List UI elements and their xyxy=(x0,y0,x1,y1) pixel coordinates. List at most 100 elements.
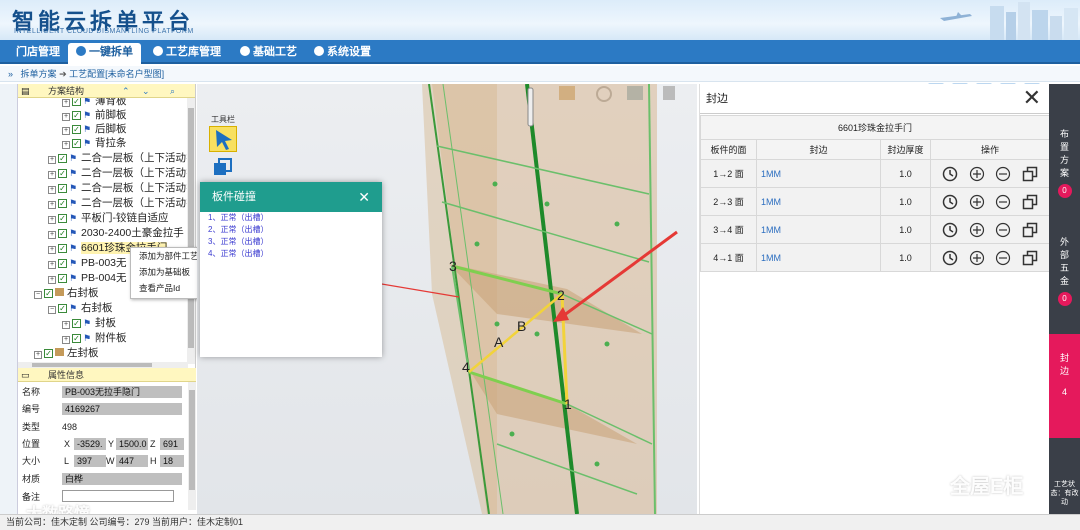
pos-x-input[interactable]: -3529. xyxy=(74,438,106,450)
collision-item[interactable]: 1、正常（出槽） xyxy=(208,212,268,224)
search-icon[interactable]: ⌕ xyxy=(170,84,175,98)
operations-cell xyxy=(930,187,1050,216)
table-row: 2→3 面 1MM 1.0 xyxy=(700,187,1050,216)
size-h-input[interactable]: 18 xyxy=(160,455,184,467)
tree-item[interactable]: + ✓ ⚑ 二合一层板（上下活动扌 xyxy=(48,181,188,195)
add-icon[interactable] xyxy=(969,222,985,238)
breadcrumb-link[interactable]: 拆单方案 xyxy=(21,69,57,79)
tree-item[interactable]: + ✓ ⚑ 后脚板 xyxy=(62,122,127,136)
tree-item[interactable]: + ✓ ⚑ 前脚板 xyxy=(62,108,127,122)
tree-group[interactable]: − ✓ ⚑ 右封板 xyxy=(48,301,113,315)
tree-item[interactable]: + ✓ ⚑ 二合一层板（上下活动扌 xyxy=(48,196,188,210)
side-tab-edge[interactable]: 封边 4 xyxy=(1049,334,1080,438)
breadcrumb: » 拆单方案 ➔ 工艺配置[未命名户型图] xyxy=(0,66,1080,82)
remove-icon[interactable] xyxy=(995,194,1011,210)
add-icon[interactable] xyxy=(969,250,985,266)
tree-item[interactable]: + ✓ ⚑ 2030-2400土豪金拉手 xyxy=(48,226,184,240)
tree-group[interactable]: − ✓ 右封板 xyxy=(34,286,99,300)
menu-view-product-id[interactable]: 查看产品Id xyxy=(131,280,199,296)
side-tab-label: 外部五金 xyxy=(1059,237,1069,286)
close-icon[interactable]: ✕ xyxy=(1023,86,1041,110)
left-collapse-strip[interactable] xyxy=(0,84,18,514)
size-l-input[interactable]: 397 xyxy=(74,455,106,467)
pos-y-input[interactable]: 1500.0 xyxy=(116,438,148,450)
property-panel-title: 属性信息 xyxy=(48,370,85,380)
expand-all-icon[interactable]: ⌄ xyxy=(142,84,150,98)
edge-label: B xyxy=(517,318,527,334)
tree-item[interactable]: + ✓ ⚑ 封板 xyxy=(62,316,116,330)
collapse-all-icon[interactable]: ⌃ xyxy=(122,84,130,98)
vertex-label: 1 xyxy=(564,396,572,412)
edge-cell[interactable]: 1MM xyxy=(756,187,881,216)
add-icon[interactable] xyxy=(969,166,985,182)
remove-icon[interactable] xyxy=(995,250,1011,266)
edge-banding-panel: 封边 ✕ 6601珍珠金拉手门 板件的面 封边 封边厚度 操作 1→2 面 1M… xyxy=(699,84,1050,514)
count-badge: 4 xyxy=(1061,387,1067,397)
copy-icon[interactable] xyxy=(1022,194,1038,210)
tree-item[interactable]: + ✓ ⚑ 平板门-铰链自适应 xyxy=(48,211,169,225)
close-icon[interactable]: ✕ xyxy=(358,182,370,212)
collision-dialog: 板件碰撞 ✕ 1、正常（出槽） 2、正常（出槽） 3、正常（出槽） 4、正常（出… xyxy=(200,182,382,357)
remove-icon[interactable] xyxy=(995,166,1011,182)
add-icon[interactable] xyxy=(969,194,985,210)
context-menu: 添加为部件工艺 添加为基础板 查看产品Id xyxy=(130,247,200,299)
menu-add-base-board[interactable]: 添加为基础板 xyxy=(131,264,199,280)
nav-store-management[interactable]: 门店管理 xyxy=(8,43,68,62)
copy-icon[interactable] xyxy=(1022,250,1038,266)
tree-item[interactable]: + ✓ ⚑ 薄背板 xyxy=(62,98,127,108)
arrow-right-icon: ➔ xyxy=(59,69,67,79)
edge-cell[interactable]: 1MM xyxy=(756,215,881,244)
tree-item[interactable]: + ✓ ⚑ PB-003无 xyxy=(48,256,127,270)
tree-scrollbar[interactable] xyxy=(187,98,195,364)
expand-icon[interactable]: » xyxy=(8,69,13,79)
copy-icon[interactable] xyxy=(1022,222,1038,238)
copy-icon[interactable] xyxy=(1022,166,1038,182)
nav-one-click-split[interactable]: 一键拆单 xyxy=(68,43,141,64)
property-panel-header: ▭ 属性信息 xyxy=(18,368,196,382)
side-tab-layout[interactable]: 布置方案 0 xyxy=(1049,128,1080,198)
history-icon[interactable] xyxy=(942,222,958,238)
table-row: 4→1 面 1MM 1.0 xyxy=(700,243,1050,272)
history-icon[interactable] xyxy=(942,166,958,182)
flag-icon: ⚑ xyxy=(83,318,92,328)
edge-panel-header: 封边 ✕ xyxy=(700,84,1049,114)
nav-craft-library[interactable]: 工艺库管理 xyxy=(145,43,229,62)
flag-icon: ⚑ xyxy=(69,183,78,193)
edge-cell[interactable]: 1MM xyxy=(756,243,881,272)
history-icon[interactable] xyxy=(942,194,958,210)
vertex-label: 3 xyxy=(449,258,457,274)
dialog-header: 板件碰撞 ✕ xyxy=(200,182,382,212)
operations-cell xyxy=(930,243,1050,272)
remove-icon[interactable] xyxy=(995,222,1011,238)
column-header: 封边 xyxy=(756,139,881,160)
pos-z-input[interactable]: 691 xyxy=(160,438,184,450)
flag-icon: ⚑ xyxy=(83,98,92,106)
tree-item[interactable]: + ✓ ⚑ PB-004无 xyxy=(48,271,127,285)
nav-system-settings[interactable]: 系统设置 xyxy=(306,43,379,62)
tree-group[interactable]: + ✓ 左封板 xyxy=(34,346,99,360)
tree-item[interactable]: + ✓ ⚑ 附件板 xyxy=(62,331,127,345)
nav-basic-craft[interactable]: 基础工艺 xyxy=(232,43,305,62)
property-scrollbar[interactable] xyxy=(188,382,196,510)
main-nav: 门店管理 一键拆单 工艺库管理 基础工艺 系统设置 ▦ ▤ ☻ ✱ ⇥ xyxy=(0,40,1080,99)
edge-cell[interactable]: 1MM xyxy=(756,159,881,188)
tree-item[interactable]: + ✓ ⚑ 二合一层板（上下活动扌 xyxy=(48,151,188,165)
collision-item[interactable]: 3、正常（出槽） xyxy=(208,236,268,248)
history-icon[interactable] xyxy=(942,250,958,266)
tree-item[interactable]: + ✓ ⚑ 二合一层板（上下活动扌 xyxy=(48,166,188,180)
collision-item[interactable]: 4、正常（出槽） xyxy=(208,248,268,260)
menu-add-part-craft[interactable]: 添加为部件工艺 xyxy=(131,248,199,264)
flag-icon: ⚑ xyxy=(83,138,92,148)
check-circle-icon xyxy=(76,46,86,56)
collision-item[interactable]: 2、正常（出槽） xyxy=(208,224,268,236)
flag-icon: ⚑ xyxy=(69,168,78,178)
flag-icon: ⚑ xyxy=(83,124,92,134)
tree-item[interactable]: + ✓ ⚑ 背拉条 xyxy=(62,136,127,150)
side-tab-hardware[interactable]: 外部五金 0 xyxy=(1049,236,1080,306)
thickness-cell: 1.0 xyxy=(880,187,931,216)
box-icon xyxy=(55,348,64,356)
edge-label: A xyxy=(494,334,504,350)
size-w-input[interactable]: 447 xyxy=(116,455,148,467)
nav-label: 系统设置 xyxy=(327,46,371,58)
operations-cell xyxy=(930,159,1050,188)
